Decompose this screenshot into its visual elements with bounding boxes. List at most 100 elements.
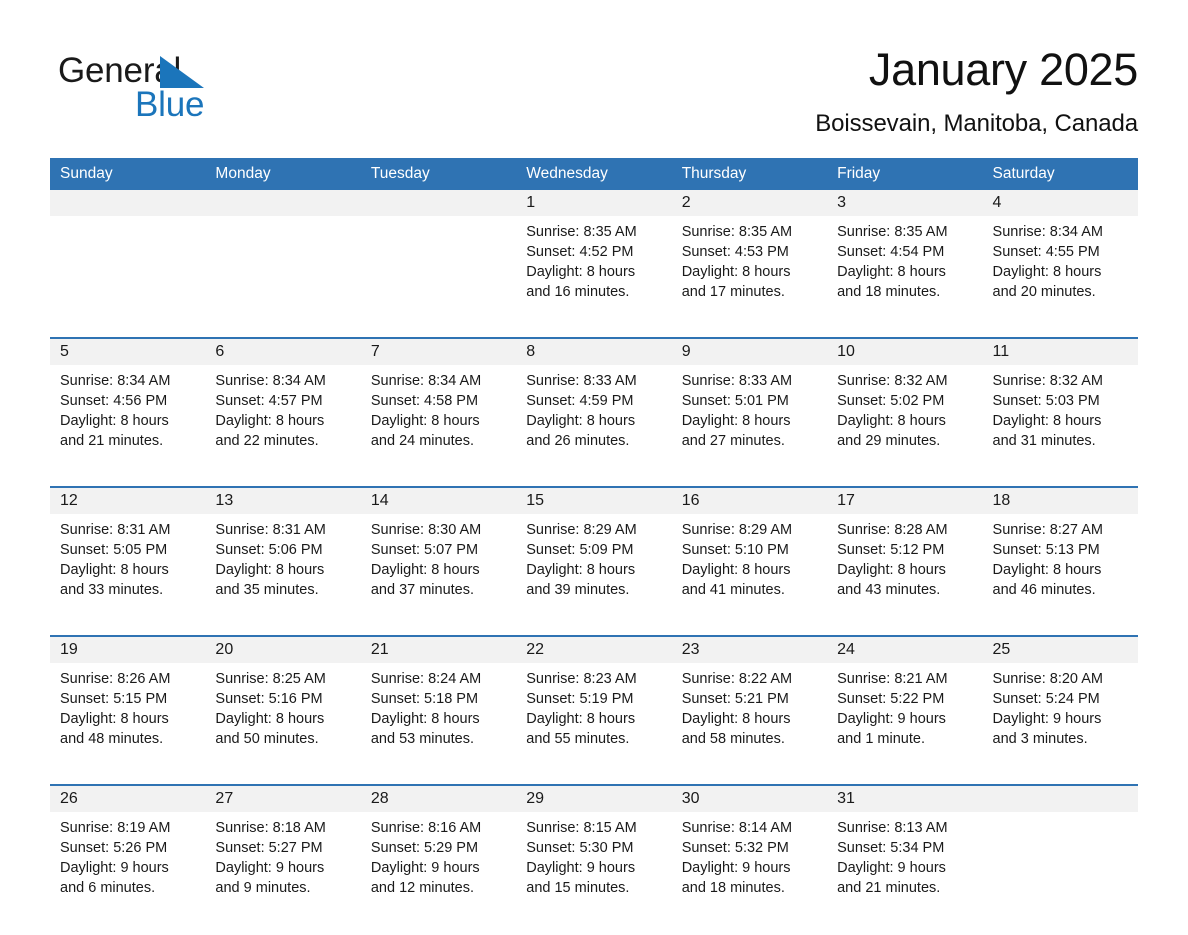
calendar-day-cell[interactable]: 5 Sunrise: 8:34 AM Sunset: 4:56 PM Daylight…: [50, 339, 206, 474]
calendar-day-cell[interactable]: 15 Sunrise: 8:29 AM Sunset: 5:09 PM Dayligh…: [516, 488, 672, 623]
calendar-day-cell: [50, 190, 206, 325]
day-number: 19: [50, 637, 206, 663]
calendar-day-cell[interactable]: 7 Sunrise: 8:34 AM Sunset: 4:58 PM Daylight…: [360, 339, 517, 474]
sunset-text: Sunset: 4:58 PM: [370, 393, 479, 409]
day-details: Sunrise: 8:34 AM Sunset: 4:55 PM Daylight:…: [983, 216, 1138, 302]
day-number: 13: [205, 488, 361, 514]
day-number: 28: [360, 786, 517, 812]
day-number: 7: [360, 339, 517, 365]
calendar-day-cell[interactable]: 26 Sunrise: 8:19 AM Sunset: 5:26 PM Dayligh…: [50, 786, 206, 921]
sunrise-text: Sunrise: 8:34 AM: [60, 373, 171, 389]
calendar-day-cell[interactable]: 2 Sunrise: 8:35 AM Sunset: 4:53 PM Daylight…: [671, 190, 828, 325]
day-number: 31: [827, 786, 983, 812]
day-number: 22: [516, 637, 672, 663]
calendar-day-cell[interactable]: 30 Sunrise: 8:14 AM Sunset: 5:32 PM Dayligh…: [671, 786, 828, 921]
day-details: Sunrise: 8:31 AM Sunset: 5:05 PM Daylight:…: [50, 514, 205, 600]
week-separator-row: [50, 921, 1138, 935]
day-details: Sunrise: 8:34 AM Sunset: 4:58 PM Daylight:…: [361, 365, 516, 451]
day-cell-content: 8 Sunrise: 8:33 AM Sunset: 4:59 PM Daylight…: [516, 339, 672, 474]
daylight-text-line2: and 46 minutes.: [992, 582, 1096, 598]
sunrise-text: Sunrise: 8:20 AM: [992, 671, 1103, 687]
day-number: 5: [50, 339, 206, 365]
day-number: 14: [360, 488, 517, 514]
calendar-day-cell[interactable]: 14 Sunrise: 8:30 AM Sunset: 5:07 PM Dayligh…: [360, 488, 517, 623]
calendar-day-cell[interactable]: 9 Sunrise: 8:33 AM Sunset: 5:01 PM Daylight…: [671, 339, 828, 474]
day-number: 15: [516, 488, 672, 514]
sunrise-text: Sunrise: 8:13 AM: [837, 820, 948, 836]
sunset-text: Sunset: 4:54 PM: [837, 244, 945, 260]
calendar-day-cell[interactable]: 3 Sunrise: 8:35 AM Sunset: 4:54 PM Daylight…: [827, 190, 983, 325]
sunset-text: Sunset: 5:34 PM: [837, 840, 945, 856]
page-header: General Blue January 2025 Boissevain, Ma…: [50, 42, 1138, 152]
calendar-day-cell[interactable]: 11 Sunrise: 8:32 AM Sunset: 5:03 PM Dayligh…: [982, 339, 1138, 474]
calendar-day-cell[interactable]: 1 Sunrise: 8:35 AM Sunset: 4:52 PM Daylight…: [516, 190, 672, 325]
calendar-day-cell[interactable]: 8 Sunrise: 8:33 AM Sunset: 4:59 PM Daylight…: [516, 339, 672, 474]
sunrise-text: Sunrise: 8:34 AM: [215, 373, 326, 389]
day-details: Sunrise: 8:14 AM Sunset: 5:32 PM Daylight:…: [672, 812, 827, 898]
calendar-day-cell[interactable]: 27 Sunrise: 8:18 AM Sunset: 5:27 PM Dayligh…: [205, 786, 361, 921]
daylight-text-line1: Daylight: 8 hours: [60, 711, 169, 727]
daylight-text-line2: and 3 minutes.: [992, 731, 1088, 747]
day-details: Sunrise: 8:22 AM Sunset: 5:21 PM Daylight:…: [672, 663, 827, 749]
day-details: Sunrise: 8:20 AM Sunset: 5:24 PM Daylight:…: [983, 663, 1138, 749]
sunset-text: Sunset: 5:27 PM: [215, 840, 323, 856]
calendar-day-cell[interactable]: 17 Sunrise: 8:28 AM Sunset: 5:12 PM Dayligh…: [827, 488, 983, 623]
daylight-text-line2: and 21 minutes.: [60, 433, 164, 449]
calendar-day-cell[interactable]: 24 Sunrise: 8:21 AM Sunset: 5:22 PM Dayligh…: [827, 637, 983, 772]
calendar-day-cell[interactable]: 28 Sunrise: 8:16 AM Sunset: 5:29 PM Dayligh…: [360, 786, 517, 921]
sunset-text: Sunset: 4:53 PM: [681, 244, 789, 260]
calendar-header-row: Sunday Monday Tuesday Wednesday Thursday…: [50, 158, 1138, 190]
week-separator-cell: [50, 325, 1138, 339]
calendar-day-cell[interactable]: 22 Sunrise: 8:23 AM Sunset: 5:19 PM Dayligh…: [516, 637, 672, 772]
daylight-text-line1: Daylight: 8 hours: [60, 413, 169, 429]
day-cell-empty: [982, 786, 1138, 921]
calendar-day-cell[interactable]: 6 Sunrise: 8:34 AM Sunset: 4:57 PM Daylight…: [205, 339, 361, 474]
sunset-text: Sunset: 5:01 PM: [681, 393, 789, 409]
sunrise-text: Sunrise: 8:25 AM: [215, 671, 326, 687]
week-separator-row: [50, 772, 1138, 786]
day-number: 30: [671, 786, 828, 812]
sunset-text: Sunset: 5:30 PM: [526, 840, 634, 856]
daylight-text-line2: and 58 minutes.: [681, 731, 785, 747]
calendar-day-cell[interactable]: 4 Sunrise: 8:34 AM Sunset: 4:55 PM Daylight…: [982, 190, 1138, 325]
day-cell-content: 18 Sunrise: 8:27 AM Sunset: 5:13 PM Dayligh…: [982, 488, 1138, 623]
daylight-text-line2: and 50 minutes.: [215, 731, 319, 747]
sunset-text: Sunset: 5:16 PM: [215, 691, 323, 707]
calendar-day-cell[interactable]: 13 Sunrise: 8:31 AM Sunset: 5:06 PM Dayligh…: [205, 488, 361, 623]
day-number: [205, 190, 361, 216]
daylight-text-line2: and 21 minutes.: [837, 880, 941, 896]
daylight-text-line2: and 24 minutes.: [370, 433, 475, 449]
daylight-text-line1: Daylight: 9 hours: [370, 860, 480, 876]
calendar-day-cell[interactable]: 20 Sunrise: 8:25 AM Sunset: 5:16 PM Dayligh…: [205, 637, 361, 772]
calendar-day-cell[interactable]: 12 Sunrise: 8:31 AM Sunset: 5:05 PM Dayligh…: [50, 488, 206, 623]
sunset-text: Sunset: 5:26 PM: [60, 840, 168, 856]
day-cell-content: 11 Sunrise: 8:32 AM Sunset: 5:03 PM Dayligh…: [982, 339, 1138, 474]
day-details: Sunrise: 8:26 AM Sunset: 5:15 PM Daylight:…: [50, 663, 205, 749]
general-blue-logo[interactable]: General Blue: [58, 50, 358, 136]
day-number: 8: [516, 339, 672, 365]
daylight-text-line1: Daylight: 8 hours: [215, 711, 325, 727]
calendar-day-cell[interactable]: 10 Sunrise: 8:32 AM Sunset: 5:02 PM Dayligh…: [827, 339, 983, 474]
daylight-text-line1: Daylight: 8 hours: [837, 413, 946, 429]
calendar-day-cell[interactable]: 21 Sunrise: 8:24 AM Sunset: 5:18 PM Dayligh…: [360, 637, 517, 772]
day-details: Sunrise: 8:15 AM Sunset: 5:30 PM Daylight:…: [516, 812, 671, 898]
calendar-day-cell[interactable]: 19 Sunrise: 8:26 AM Sunset: 5:15 PM Dayligh…: [50, 637, 206, 772]
sunrise-text: Sunrise: 8:34 AM: [992, 224, 1103, 240]
calendar-day-cell[interactable]: 23 Sunrise: 8:22 AM Sunset: 5:21 PM Dayligh…: [671, 637, 828, 772]
daylight-text-line1: Daylight: 8 hours: [992, 413, 1102, 429]
daylight-text-line1: Daylight: 8 hours: [370, 413, 480, 429]
day-cell-content: 29 Sunrise: 8:15 AM Sunset: 5:30 PM Dayligh…: [516, 786, 672, 921]
day-details: Sunrise: 8:30 AM Sunset: 5:07 PM Daylight:…: [361, 514, 516, 600]
daylight-text-line2: and 22 minutes.: [215, 433, 319, 449]
daylight-text-line2: and 1 minute.: [837, 731, 925, 747]
calendar-day-cell[interactable]: 16 Sunrise: 8:29 AM Sunset: 5:10 PM Dayligh…: [671, 488, 828, 623]
calendar-day-cell[interactable]: 31 Sunrise: 8:13 AM Sunset: 5:34 PM Dayligh…: [827, 786, 983, 921]
calendar-day-cell[interactable]: 18 Sunrise: 8:27 AM Sunset: 5:13 PM Dayligh…: [982, 488, 1138, 623]
daylight-text-line1: Daylight: 9 hours: [837, 711, 946, 727]
calendar-day-cell[interactable]: 29 Sunrise: 8:15 AM Sunset: 5:30 PM Dayligh…: [516, 786, 672, 921]
daylight-text-line1: Daylight: 8 hours: [837, 562, 946, 578]
sunset-text: Sunset: 5:21 PM: [681, 691, 789, 707]
day-details: Sunrise: 8:29 AM Sunset: 5:09 PM Daylight:…: [516, 514, 671, 600]
day-number: 11: [982, 339, 1138, 365]
calendar-day-cell[interactable]: 25 Sunrise: 8:20 AM Sunset: 5:24 PM Dayligh…: [982, 637, 1138, 772]
